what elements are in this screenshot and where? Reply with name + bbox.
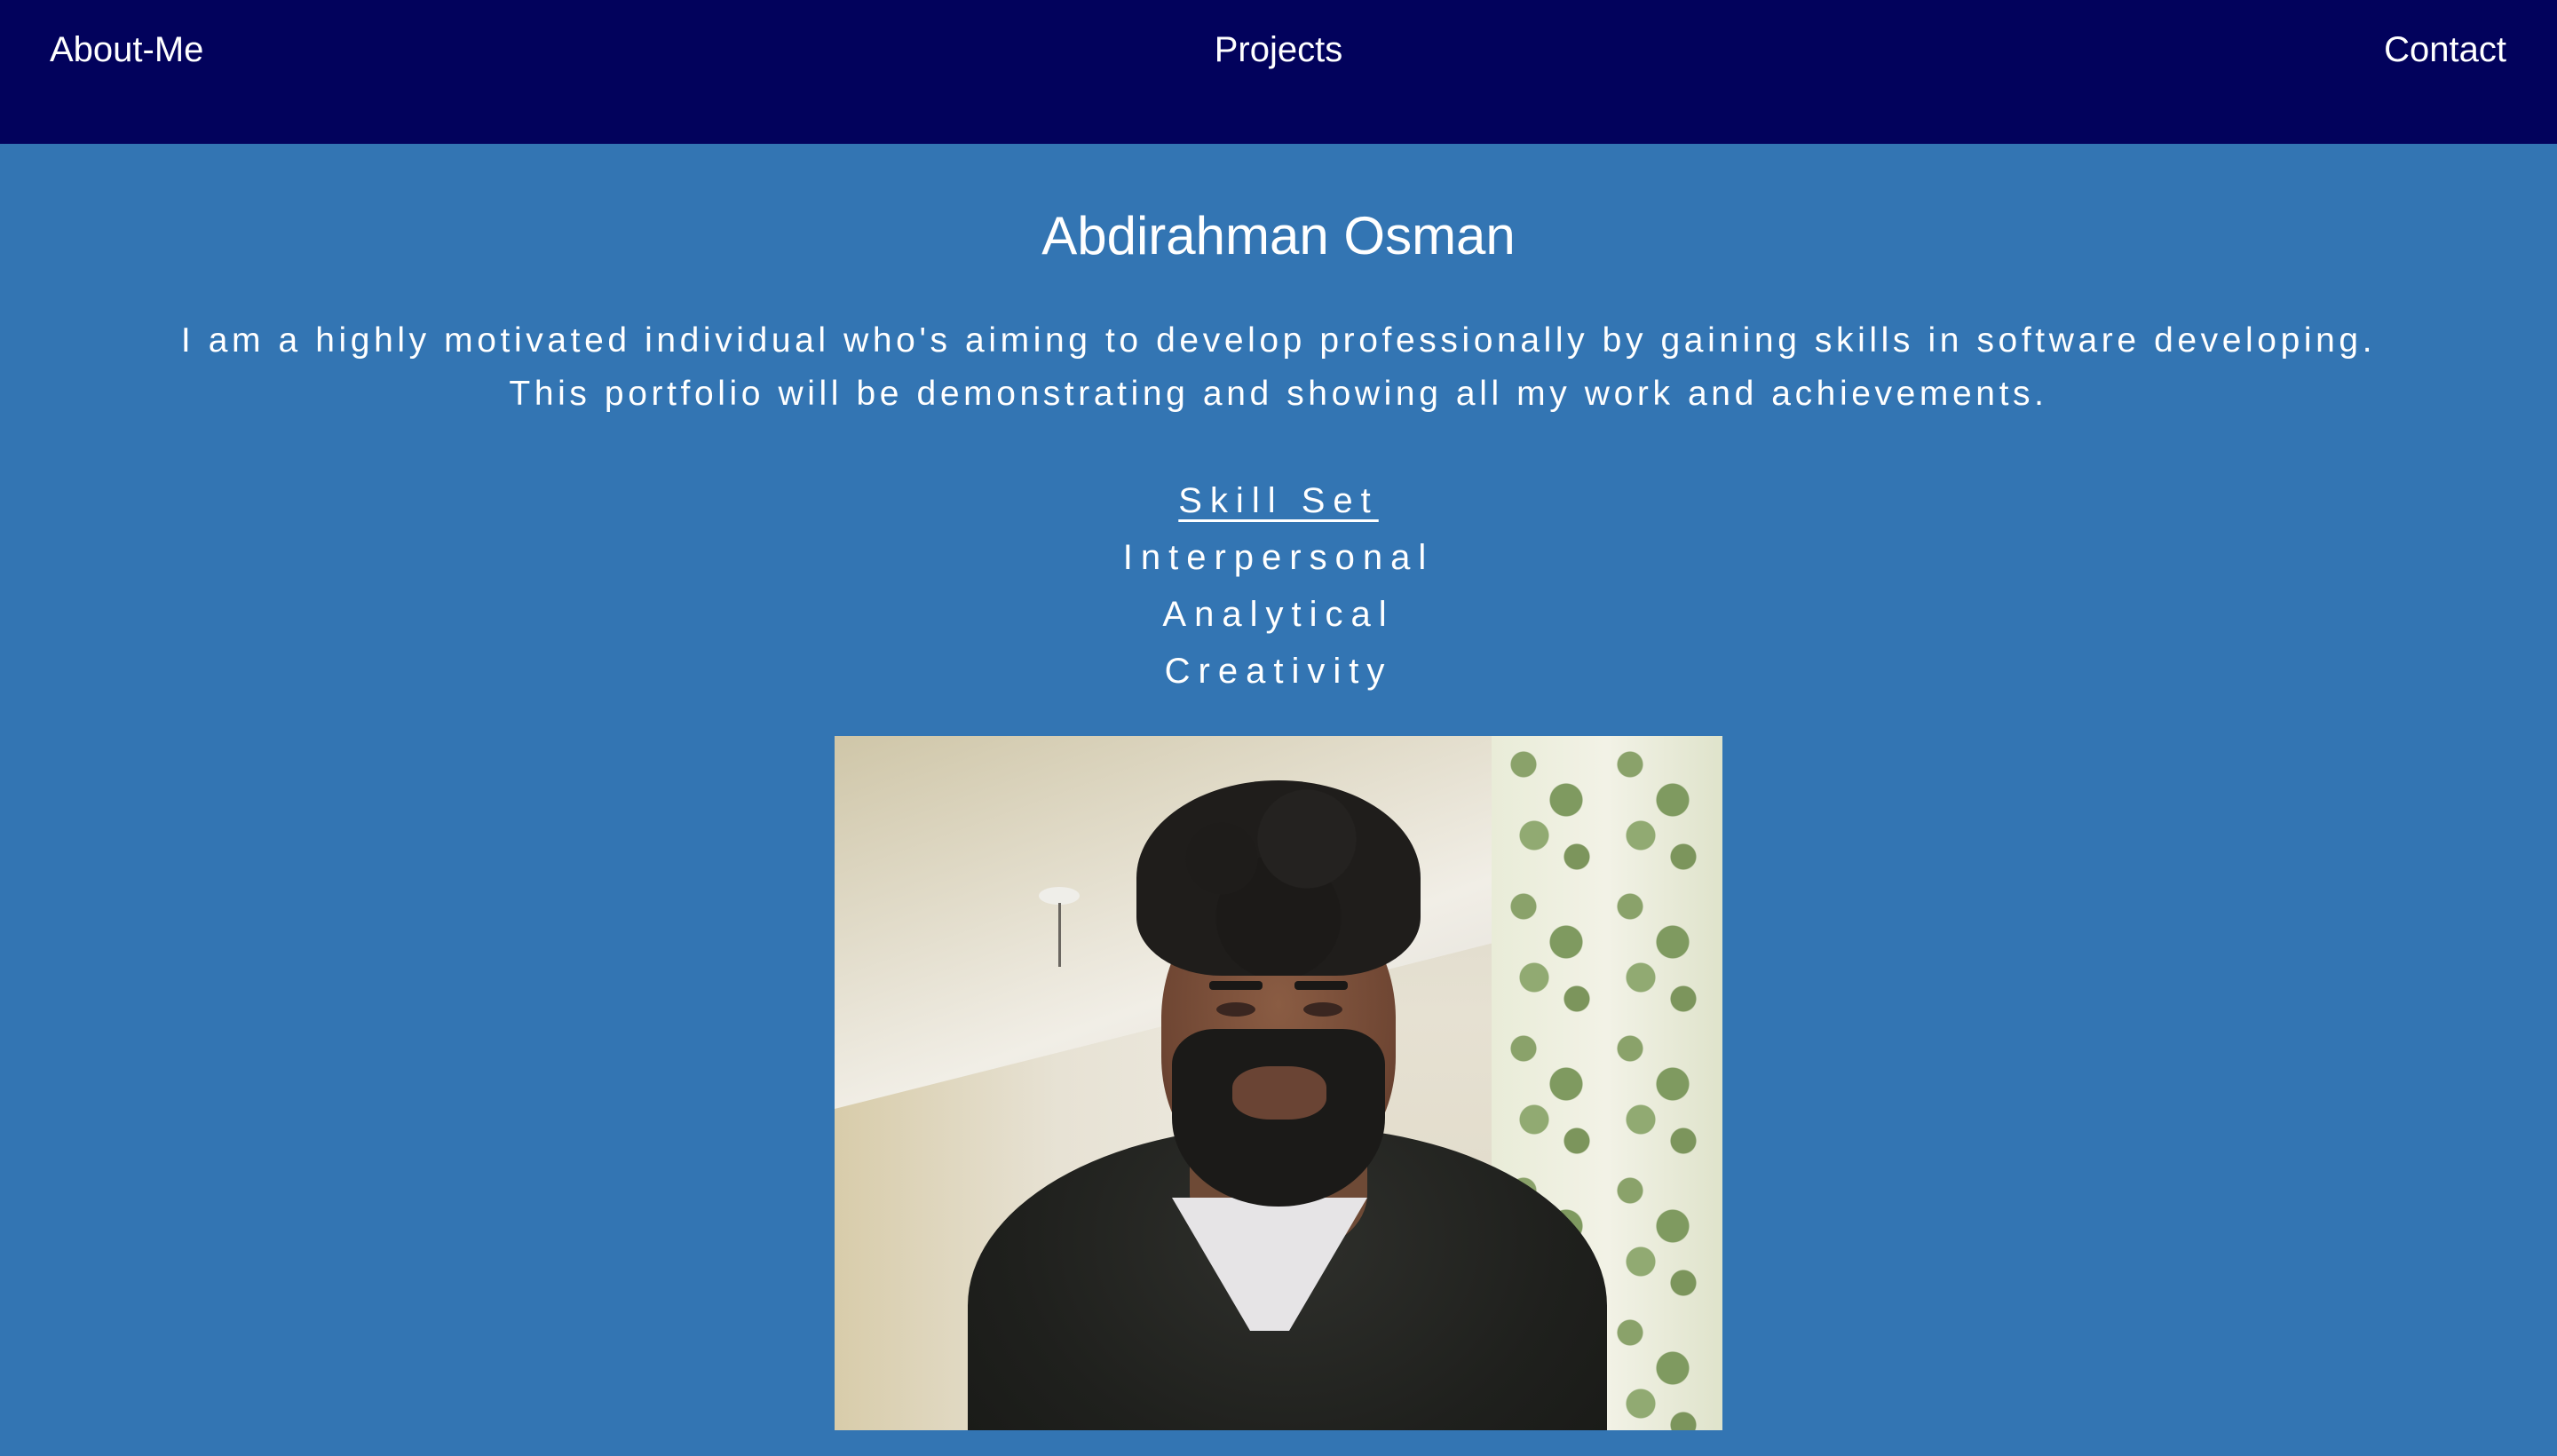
nav-projects-link[interactable]: Projects — [1215, 30, 1343, 69]
photo-eye-left — [1216, 1002, 1255, 1017]
skill-item: Interpersonal — [1122, 538, 1435, 577]
profile-photo — [835, 736, 1722, 1430]
skill-item: Analytical — [1162, 595, 1395, 634]
photo-ceiling-lamp — [1039, 887, 1080, 905]
nav-projects-wrapper: Projects — [0, 27, 2557, 73]
photo-hair — [1136, 780, 1421, 976]
top-navbar: About-Me Projects Contact — [0, 0, 2557, 144]
nav-about-me-link[interactable]: About-Me — [50, 27, 203, 73]
profile-name: Abdirahman Osman — [1041, 206, 1516, 265]
photo-mouth — [1232, 1066, 1326, 1120]
photo-lamp-cord — [1058, 903, 1061, 967]
profile-intro: I am a highly motivated individual who's… — [180, 321, 2377, 413]
nav-contact-link[interactable]: Contact — [2384, 27, 2506, 73]
skill-set-heading: Skill Set — [1178, 481, 1379, 520]
skill-set: Skill Set Interpersonal Analytical Creat… — [0, 472, 2557, 700]
skill-item: Creativity — [1164, 652, 1393, 691]
photo-eyebrow-left — [1209, 981, 1263, 990]
photo-eye-right — [1303, 1002, 1342, 1017]
photo-eyebrow-right — [1294, 981, 1348, 990]
main-content: Abdirahman Osman I am a highly motivated… — [0, 144, 2557, 1456]
